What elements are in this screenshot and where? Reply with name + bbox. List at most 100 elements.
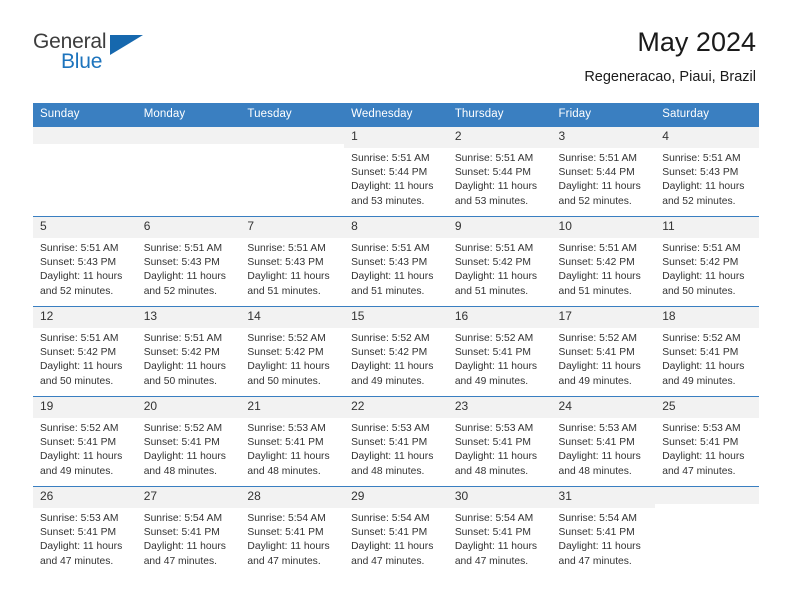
calendar-cell-container: 23 Sunrise: 5:53 AM Sunset: 5:41 PM Dayligh… (447, 396, 552, 487)
calendar-day-cell[interactable]: 20 Sunrise: 5:52 AM Sunset: 5:41 PM Dayligh… (136, 397, 241, 486)
calendar-day-cell[interactable]: 1 Sunrise: 5:51 AM Sunset: 5:44 PM Daylight… (344, 127, 448, 216)
weekday-header-friday: Friday (551, 103, 656, 127)
day-info: Sunrise: 5:51 AM Sunset: 5:44 PM Daylight:… (552, 148, 656, 209)
sunrise-text: Sunrise: 5:52 AM (351, 332, 430, 344)
day-info: Sunrise: 5:51 AM Sunset: 5:42 PM Daylight:… (655, 238, 759, 299)
calendar-day-cell[interactable]: 27 Sunrise: 5:54 AM Sunset: 5:41 PM Dayligh… (136, 487, 241, 576)
calendar-day-cell[interactable]: 11 Sunrise: 5:51 AM Sunset: 5:42 PM Dayligh… (655, 217, 759, 306)
day-number: 21 (240, 397, 345, 418)
day-number: 4 (655, 127, 759, 148)
calendar-day-cell[interactable]: 19 Sunrise: 5:52 AM Sunset: 5:41 PM Dayligh… (33, 397, 137, 486)
sunset-text: Sunset: 5:43 PM (247, 257, 324, 269)
daylight-text: Daylight: 11 hours and 48 minutes. (247, 451, 330, 477)
calendar-day-cell[interactable]: 31 Sunrise: 5:54 AM Sunset: 5:41 PM Dayligh… (551, 487, 656, 576)
sunset-text: Sunset: 5:43 PM (40, 257, 117, 269)
calendar-cell-container: 10 Sunrise: 5:51 AM Sunset: 5:42 PM Dayligh… (551, 216, 656, 307)
page-title: May 2024 (637, 27, 756, 57)
sunrise-text: Sunrise: 5:51 AM (454, 242, 534, 254)
calendar-day-cell[interactable]: 14 Sunrise: 5:52 AM Sunset: 5:42 PM Dayligh… (240, 307, 345, 396)
day-number (240, 127, 345, 144)
sunset-text: Sunset: 5:41 PM (662, 437, 739, 449)
sunset-text: Sunset: 5:44 PM (558, 167, 635, 179)
calendar-day-cell[interactable]: 7 Sunrise: 5:51 AM Sunset: 5:43 PM Daylight… (240, 217, 345, 306)
sunset-text: Sunset: 5:41 PM (247, 527, 324, 539)
calendar-day-cell[interactable]: 8 Sunrise: 5:51 AM Sunset: 5:43 PM Daylight… (344, 217, 448, 306)
day-info: Sunrise: 5:51 AM Sunset: 5:43 PM Daylight:… (655, 148, 759, 209)
calendar-day-cell[interactable]: 12 Sunrise: 5:51 AM Sunset: 5:42 PM Dayligh… (33, 307, 137, 396)
general-blue-logo[interactable]: General Blue (33, 28, 153, 76)
day-info: Sunrise: 5:53 AM Sunset: 5:41 PM Daylight:… (655, 418, 759, 479)
day-number (655, 487, 759, 504)
calendar-day-cell[interactable]: 29 Sunrise: 5:54 AM Sunset: 5:41 PM Dayligh… (344, 487, 448, 576)
sunset-text: Sunset: 5:41 PM (454, 527, 531, 539)
day-info: Sunrise: 5:51 AM Sunset: 5:43 PM Daylight:… (240, 238, 344, 299)
sunrise-text: Sunrise: 5:51 AM (40, 242, 119, 254)
triangle-icon (110, 35, 143, 55)
sunrise-text: Sunrise: 5:52 AM (558, 332, 637, 344)
daylight-text: Daylight: 11 hours and 51 minutes. (454, 271, 538, 297)
sunset-text: Sunset: 5:43 PM (351, 257, 428, 269)
daylight-text: Daylight: 11 hours and 49 minutes. (558, 361, 641, 387)
calendar-cell-container: 9 Sunrise: 5:51 AM Sunset: 5:42 PM Daylight… (447, 216, 552, 307)
daylight-text: Daylight: 11 hours and 51 minutes. (247, 271, 330, 297)
day-info: Sunrise: 5:54 AM Sunset: 5:41 PM Daylight:… (344, 508, 448, 569)
sunset-text: Sunset: 5:41 PM (143, 437, 220, 449)
sunrise-text: Sunrise: 5:54 AM (558, 512, 637, 524)
daylight-text: Daylight: 11 hours and 52 minutes. (143, 271, 226, 297)
day-info: Sunrise: 5:54 AM Sunset: 5:41 PM Daylight:… (448, 508, 552, 569)
day-number: 1 (344, 127, 448, 148)
sunset-text: Sunset: 5:41 PM (558, 347, 635, 359)
calendar-day-cell[interactable]: 3 Sunrise: 5:51 AM Sunset: 5:44 PM Daylight… (551, 127, 656, 216)
sunrise-text: Sunrise: 5:51 AM (40, 332, 119, 344)
calendar-day-cell[interactable]: 24 Sunrise: 5:53 AM Sunset: 5:41 PM Dayligh… (551, 397, 656, 486)
calendar-cell-container: 28 Sunrise: 5:54 AM Sunset: 5:41 PM Dayligh… (240, 486, 345, 576)
calendar-page: General Blue May 2024 Regeneracao, Piaui… (0, 0, 792, 612)
day-info: Sunrise: 5:52 AM Sunset: 5:41 PM Daylight:… (655, 328, 759, 389)
calendar-day-cell[interactable]: 9 Sunrise: 5:51 AM Sunset: 5:42 PM Daylight… (447, 217, 552, 306)
day-info: Sunrise: 5:51 AM Sunset: 5:44 PM Daylight:… (344, 148, 448, 209)
calendar-day-cell[interactable]: 6 Sunrise: 5:51 AM Sunset: 5:43 PM Daylight… (136, 217, 241, 306)
day-number: 7 (240, 217, 345, 238)
weekday-header-wednesday: Wednesday (344, 103, 448, 127)
sunrise-text: Sunrise: 5:51 AM (143, 242, 223, 254)
day-number (136, 127, 241, 144)
calendar-day-cell[interactable]: 5 Sunrise: 5:51 AM Sunset: 5:43 PM Daylight… (33, 217, 137, 306)
calendar-day-cell[interactable]: 10 Sunrise: 5:51 AM Sunset: 5:42 PM Dayligh… (551, 217, 656, 306)
daylight-text: Daylight: 11 hours and 49 minutes. (351, 361, 434, 387)
calendar-day-cell[interactable]: 30 Sunrise: 5:54 AM Sunset: 5:41 PM Dayligh… (447, 487, 552, 576)
sunset-text: Sunset: 5:41 PM (558, 437, 635, 449)
calendar-day-cell[interactable]: 22 Sunrise: 5:53 AM Sunset: 5:41 PM Dayligh… (344, 397, 448, 486)
sunset-text: Sunset: 5:42 PM (558, 257, 635, 269)
calendar-day-cell[interactable]: 15 Sunrise: 5:52 AM Sunset: 5:42 PM Dayligh… (344, 307, 448, 396)
sunrise-text: Sunrise: 5:51 AM (558, 242, 637, 254)
calendar-day-cell[interactable]: 4 Sunrise: 5:51 AM Sunset: 5:43 PM Daylight… (655, 127, 759, 216)
sunrise-text: Sunrise: 5:54 AM (143, 512, 223, 524)
calendar-day-cell[interactable]: 16 Sunrise: 5:52 AM Sunset: 5:41 PM Dayligh… (447, 307, 552, 396)
day-number: 30 (447, 487, 552, 508)
logo-text-blue: Blue (61, 50, 103, 73)
calendar-day-cell[interactable]: 25 Sunrise: 5:53 AM Sunset: 5:41 PM Dayligh… (655, 397, 759, 486)
sunset-text: Sunset: 5:41 PM (40, 437, 117, 449)
sunset-text: Sunset: 5:42 PM (40, 347, 117, 359)
calendar-day-cell[interactable]: 13 Sunrise: 5:51 AM Sunset: 5:42 PM Dayligh… (136, 307, 241, 396)
day-number: 11 (655, 217, 759, 238)
calendar-day-cell[interactable]: 17 Sunrise: 5:52 AM Sunset: 5:41 PM Dayligh… (551, 307, 656, 396)
daylight-text: Daylight: 11 hours and 47 minutes. (454, 541, 538, 567)
calendar-day-cell[interactable]: 26 Sunrise: 5:53 AM Sunset: 5:41 PM Dayligh… (33, 487, 137, 576)
calendar-day-cell[interactable]: 2 Sunrise: 5:51 AM Sunset: 5:44 PM Daylight… (447, 127, 552, 216)
calendar-day-cell[interactable]: 28 Sunrise: 5:54 AM Sunset: 5:41 PM Dayligh… (240, 487, 345, 576)
daylight-text: Daylight: 11 hours and 53 minutes. (454, 181, 538, 207)
sunset-text: Sunset: 5:41 PM (662, 347, 739, 359)
day-number: 22 (344, 397, 448, 418)
calendar-day-cell[interactable]: 21 Sunrise: 5:53 AM Sunset: 5:41 PM Dayligh… (240, 397, 345, 486)
day-number: 29 (344, 487, 448, 508)
sunset-text: Sunset: 5:41 PM (351, 527, 428, 539)
calendar-day-cell[interactable]: 23 Sunrise: 5:53 AM Sunset: 5:41 PM Dayligh… (447, 397, 552, 486)
calendar-day-cell[interactable]: 18 Sunrise: 5:52 AM Sunset: 5:41 PM Dayligh… (655, 307, 759, 396)
day-number: 17 (551, 307, 656, 328)
day-number: 18 (655, 307, 759, 328)
calendar-cell-container: 19 Sunrise: 5:52 AM Sunset: 5:41 PM Dayligh… (33, 396, 137, 487)
sunrise-text: Sunrise: 5:52 AM (40, 422, 119, 434)
sunrise-text: Sunrise: 5:53 AM (662, 422, 741, 434)
calendar-cell-container: 6 Sunrise: 5:51 AM Sunset: 5:43 PM Daylight… (136, 216, 241, 307)
